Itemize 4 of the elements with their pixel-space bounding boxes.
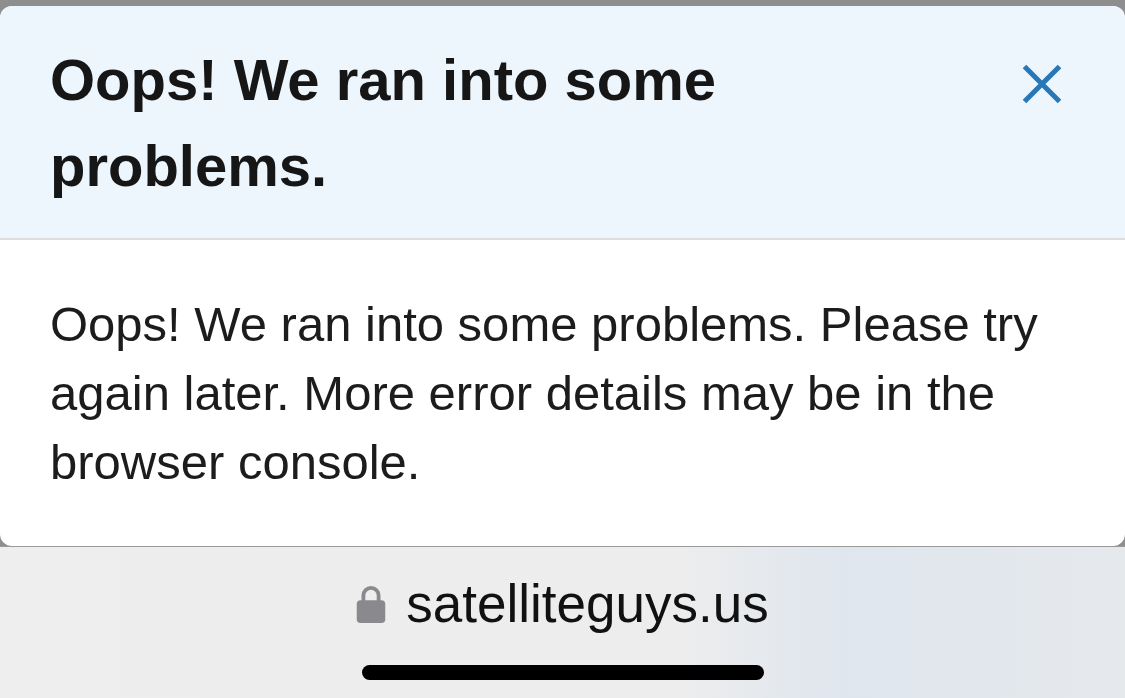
dialog-title: Oops! We ran into some problems. [50, 46, 717, 200]
close-icon [1022, 64, 1062, 104]
url-text[interactable]: satelliteguys.us [406, 574, 769, 634]
error-message: Oops! We ran into some problems. Please try again later. More error details may be in the browser console. [50, 296, 1039, 491]
